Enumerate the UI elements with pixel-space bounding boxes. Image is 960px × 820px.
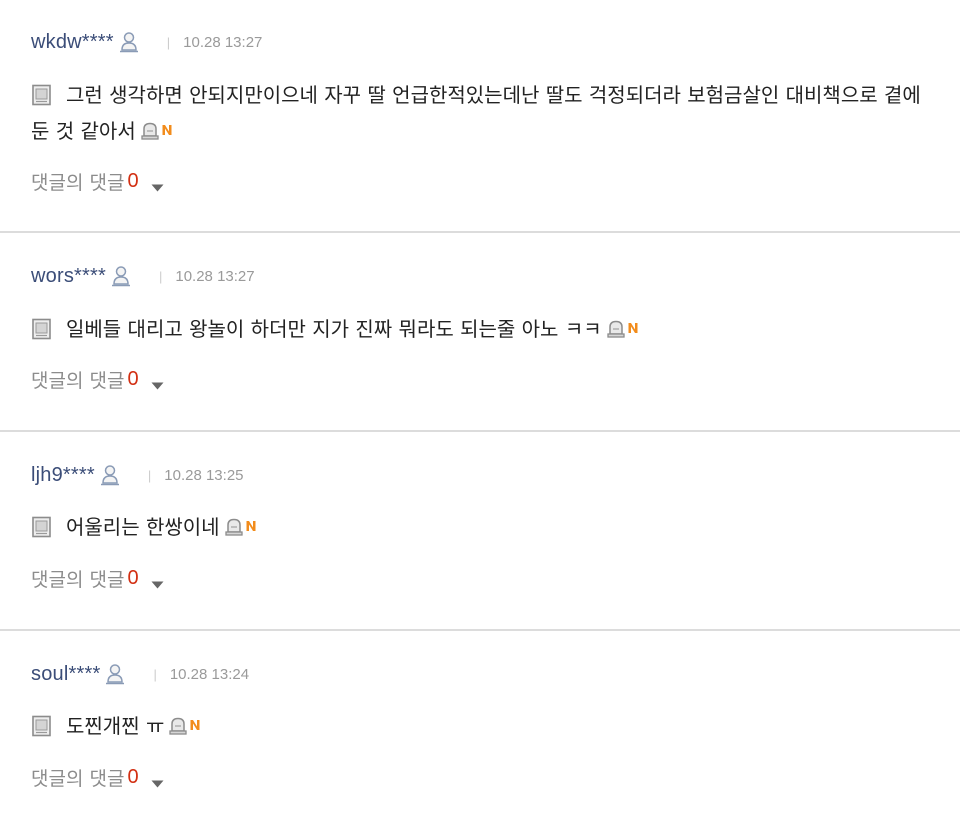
comment-body: 일베들 대리고 왕놀이 하더만 지가 진짜 뭐라도 되는줄 아노 ㅋㅋ bbox=[31, 310, 940, 346]
comment-timestamp: 10.28 13:27 bbox=[175, 267, 255, 285]
user-profile-icon[interactable] bbox=[100, 464, 120, 486]
new-badge-icon bbox=[245, 508, 257, 531]
reply-count: 0 bbox=[127, 566, 139, 589]
chevron-down-icon[interactable] bbox=[151, 375, 164, 390]
meta-separator: | bbox=[166, 34, 171, 50]
comment-timestamp: 10.28 13:25 bbox=[164, 466, 244, 484]
reply-label: 댓글의 댓글 bbox=[31, 369, 125, 392]
reply-label: 댓글의 댓글 bbox=[31, 767, 125, 790]
reply-toggle-button[interactable]: 댓글의 댓글 0 bbox=[31, 563, 164, 593]
chevron-down-icon[interactable] bbox=[151, 574, 164, 589]
new-badge-icon bbox=[161, 112, 173, 135]
comment-username[interactable]: soul**** bbox=[31, 663, 100, 686]
user-profile-icon[interactable] bbox=[105, 663, 125, 685]
reply-toggle-button[interactable]: 댓글의 댓글 0 bbox=[31, 166, 164, 196]
reply-count: 0 bbox=[127, 367, 139, 390]
new-badge-icon bbox=[627, 310, 639, 333]
comment-text: 어울리는 한쌍이네 bbox=[66, 515, 220, 539]
comment-username[interactable]: ljh9**** bbox=[31, 464, 95, 487]
reply-label: 댓글의 댓글 bbox=[31, 171, 125, 194]
user-profile-icon[interactable] bbox=[111, 265, 131, 287]
chevron-down-icon[interactable] bbox=[151, 773, 164, 788]
comment-timestamp: 10.28 13:24 bbox=[169, 665, 250, 683]
bell-icon[interactable] bbox=[140, 117, 160, 140]
comment-username[interactable]: wkdw**** bbox=[31, 31, 114, 54]
bell-icon[interactable] bbox=[606, 315, 626, 338]
meta-separator: | bbox=[153, 666, 157, 682]
comment-list: wkdw**** | 10.28 13:27 그런 생각하면 안되지만이으네 자… bbox=[0, 0, 960, 820]
memo-icon bbox=[31, 82, 52, 106]
comment-divider bbox=[0, 629, 960, 631]
comment-username[interactable]: wors**** bbox=[31, 265, 106, 288]
chevron-down-icon[interactable] bbox=[151, 177, 164, 192]
reply-toggle-button[interactable]: 댓글의 댓글 0 bbox=[31, 364, 164, 394]
memo-icon bbox=[31, 316, 52, 340]
comment-timestamp: 10.28 13:27 bbox=[183, 33, 263, 51]
bell-icon[interactable] bbox=[224, 513, 244, 536]
reply-count: 0 bbox=[127, 169, 139, 192]
meta-separator: | bbox=[147, 467, 152, 483]
reply-label: 댓글의 댓글 bbox=[31, 568, 125, 591]
comment-meta: wors**** | 10.28 13:27 bbox=[31, 262, 255, 290]
comment-meta: wkdw**** | 10.28 13:27 bbox=[31, 28, 262, 56]
comment-text: 일베들 대리고 왕놀이 하더만 지가 진짜 뭐라도 되는줄 아노 ㅋㅋ bbox=[66, 317, 602, 341]
memo-icon bbox=[31, 713, 52, 737]
reply-count: 0 bbox=[127, 765, 139, 788]
comment-body: 도찐개찐 ㅠ bbox=[31, 707, 940, 743]
comment-body: 그런 생각하면 안되지만이으네 자꾸 딸 언급한적있는데난 딸도 걱정되더라 보… bbox=[31, 78, 940, 148]
comment-body: 어울리는 한쌍이네 bbox=[31, 508, 940, 544]
bell-icon[interactable] bbox=[168, 712, 188, 735]
memo-icon bbox=[31, 514, 52, 538]
comment-meta: ljh9**** | 10.28 13:25 bbox=[31, 461, 244, 489]
comment-divider bbox=[0, 231, 960, 233]
comment-meta: soul**** | 10.28 13:24 bbox=[31, 660, 249, 688]
user-profile-icon[interactable] bbox=[119, 31, 139, 53]
meta-separator: | bbox=[158, 268, 163, 284]
comment-divider bbox=[0, 430, 960, 432]
new-badge-icon bbox=[189, 707, 201, 730]
reply-toggle-button[interactable]: 댓글의 댓글 0 bbox=[31, 762, 164, 792]
comment-text: 도찐개찐 ㅠ bbox=[66, 714, 165, 738]
